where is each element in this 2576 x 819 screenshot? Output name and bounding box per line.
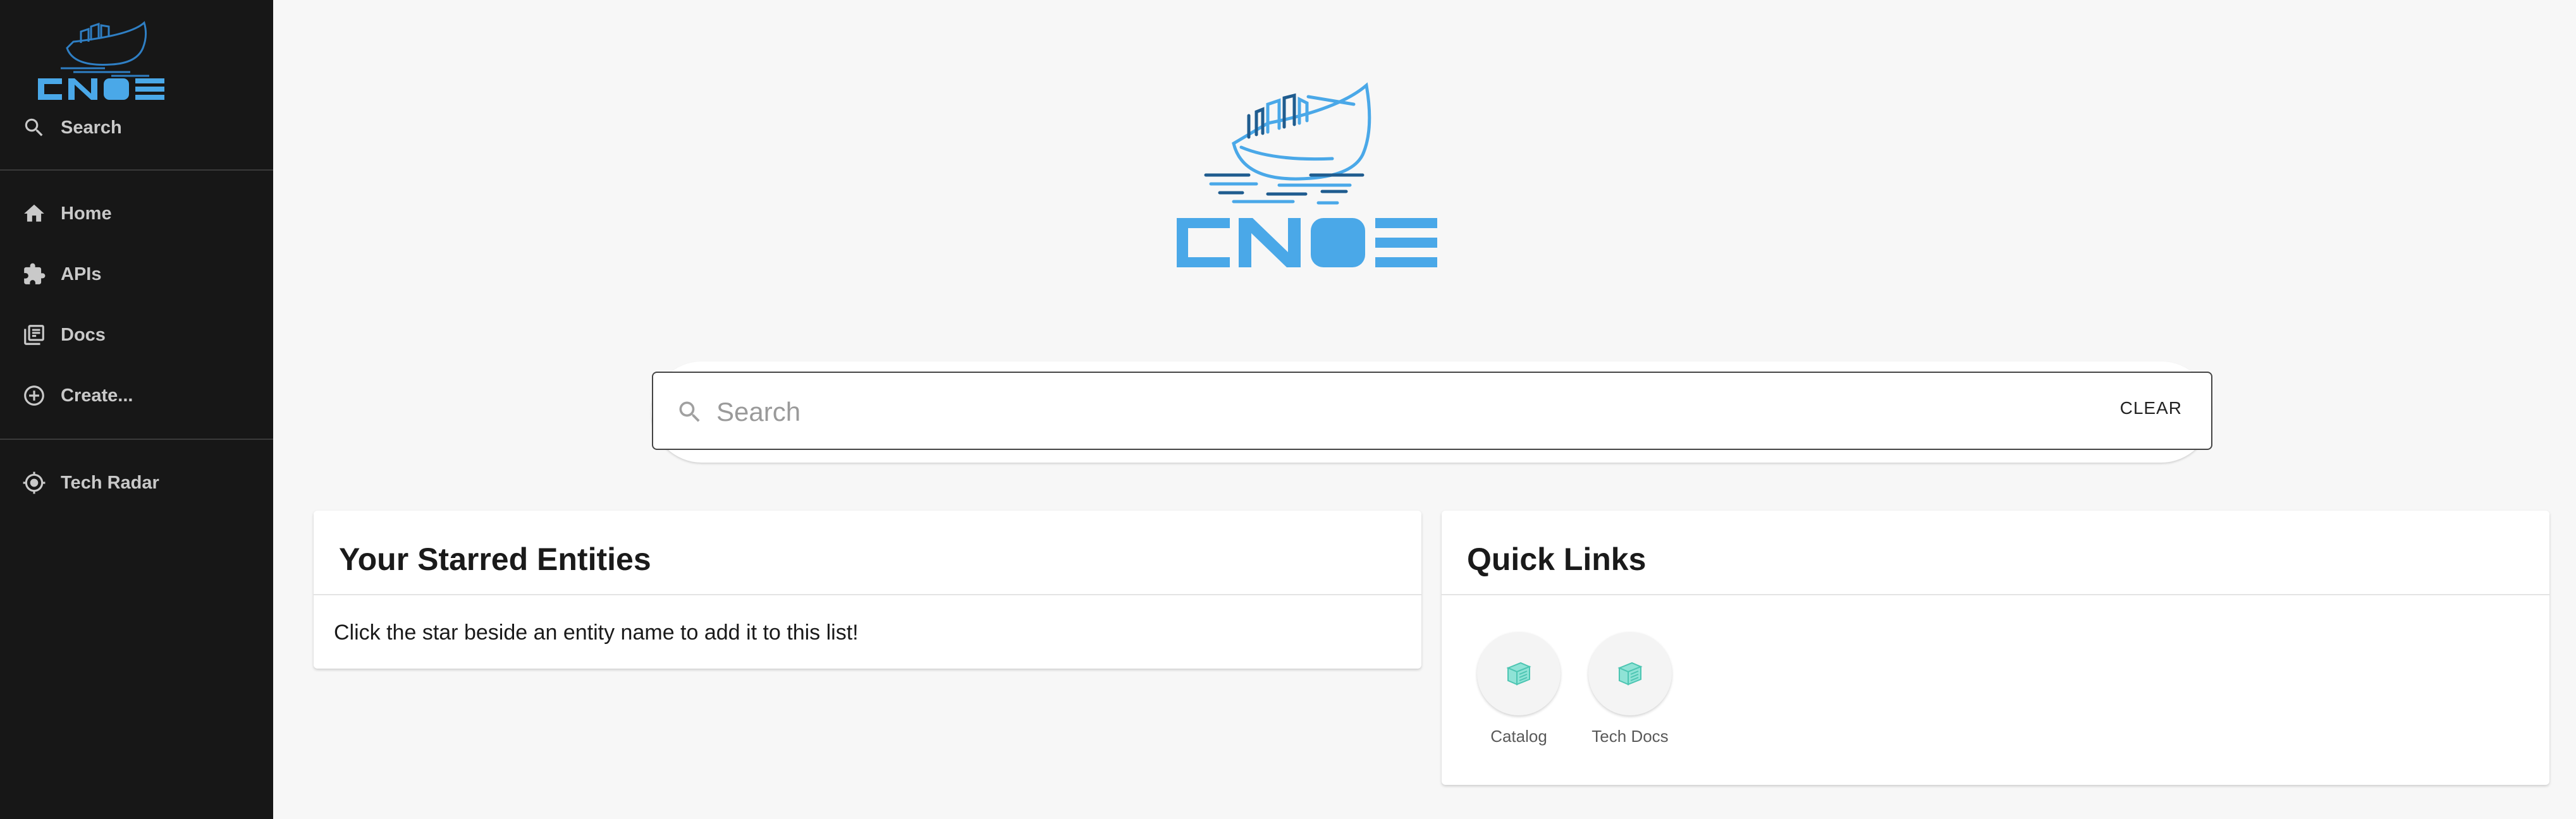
sidebar-divider — [0, 169, 273, 171]
add-circle-icon — [21, 383, 47, 408]
home-icon — [21, 201, 47, 226]
quick-link-catalog[interactable]: Catalog — [1477, 632, 1561, 746]
sidebar-item-label: Docs — [61, 324, 106, 345]
card-title: Quick Links — [1467, 542, 1647, 577]
sidebar-item-home[interactable]: Home — [0, 183, 273, 244]
sidebar-item-search[interactable]: Search — [0, 97, 273, 158]
sidebar-item-create[interactable]: Create... — [0, 365, 273, 426]
search-input[interactable] — [716, 387, 2044, 437]
starred-entities-card: Your Starred Entities Click the star bes… — [314, 511, 1421, 669]
sidebar-item-label: Home — [61, 203, 112, 224]
radar-icon — [21, 470, 47, 495]
clear-button[interactable]: CLEAR — [2120, 398, 2182, 418]
card-title: Your Starred Entities — [339, 542, 651, 577]
card-header: Quick Links — [1442, 511, 2549, 595]
search-icon — [21, 115, 47, 140]
sidebar-item-apis[interactable]: APIs — [0, 244, 273, 305]
sidebar-item-label: APIs — [61, 264, 102, 284]
cnoe-logo[interactable] — [35, 10, 176, 105]
sidebar: Search Home APIs Docs Create... Tech Rad… — [0, 0, 273, 819]
quick-links-card: Quick Links Catalog Tech Docs — [1442, 511, 2549, 785]
library-books-icon — [21, 322, 47, 348]
tech-docs-icon — [1588, 632, 1672, 715]
sidebar-item-label: Create... — [61, 385, 133, 406]
sidebar-item-docs[interactable]: Docs — [0, 305, 273, 365]
sidebar-divider — [0, 439, 273, 440]
catalog-icon — [1477, 632, 1561, 715]
card-header: Your Starred Entities — [314, 511, 1421, 595]
quick-link-label: Tech Docs — [1592, 727, 1669, 746]
cnoe-main-logo — [1173, 79, 1459, 280]
starred-empty-text: Click the star beside an entity name to … — [334, 621, 859, 645]
search-bar[interactable]: CLEAR — [652, 372, 2212, 450]
quick-link-tech-docs[interactable]: Tech Docs — [1588, 632, 1672, 746]
search-icon — [676, 398, 704, 426]
sidebar-item-label: Search — [61, 117, 122, 138]
sidebar-item-tech-radar[interactable]: Tech Radar — [0, 452, 273, 513]
puzzle-icon — [21, 262, 47, 287]
sidebar-item-label: Tech Radar — [61, 472, 159, 493]
